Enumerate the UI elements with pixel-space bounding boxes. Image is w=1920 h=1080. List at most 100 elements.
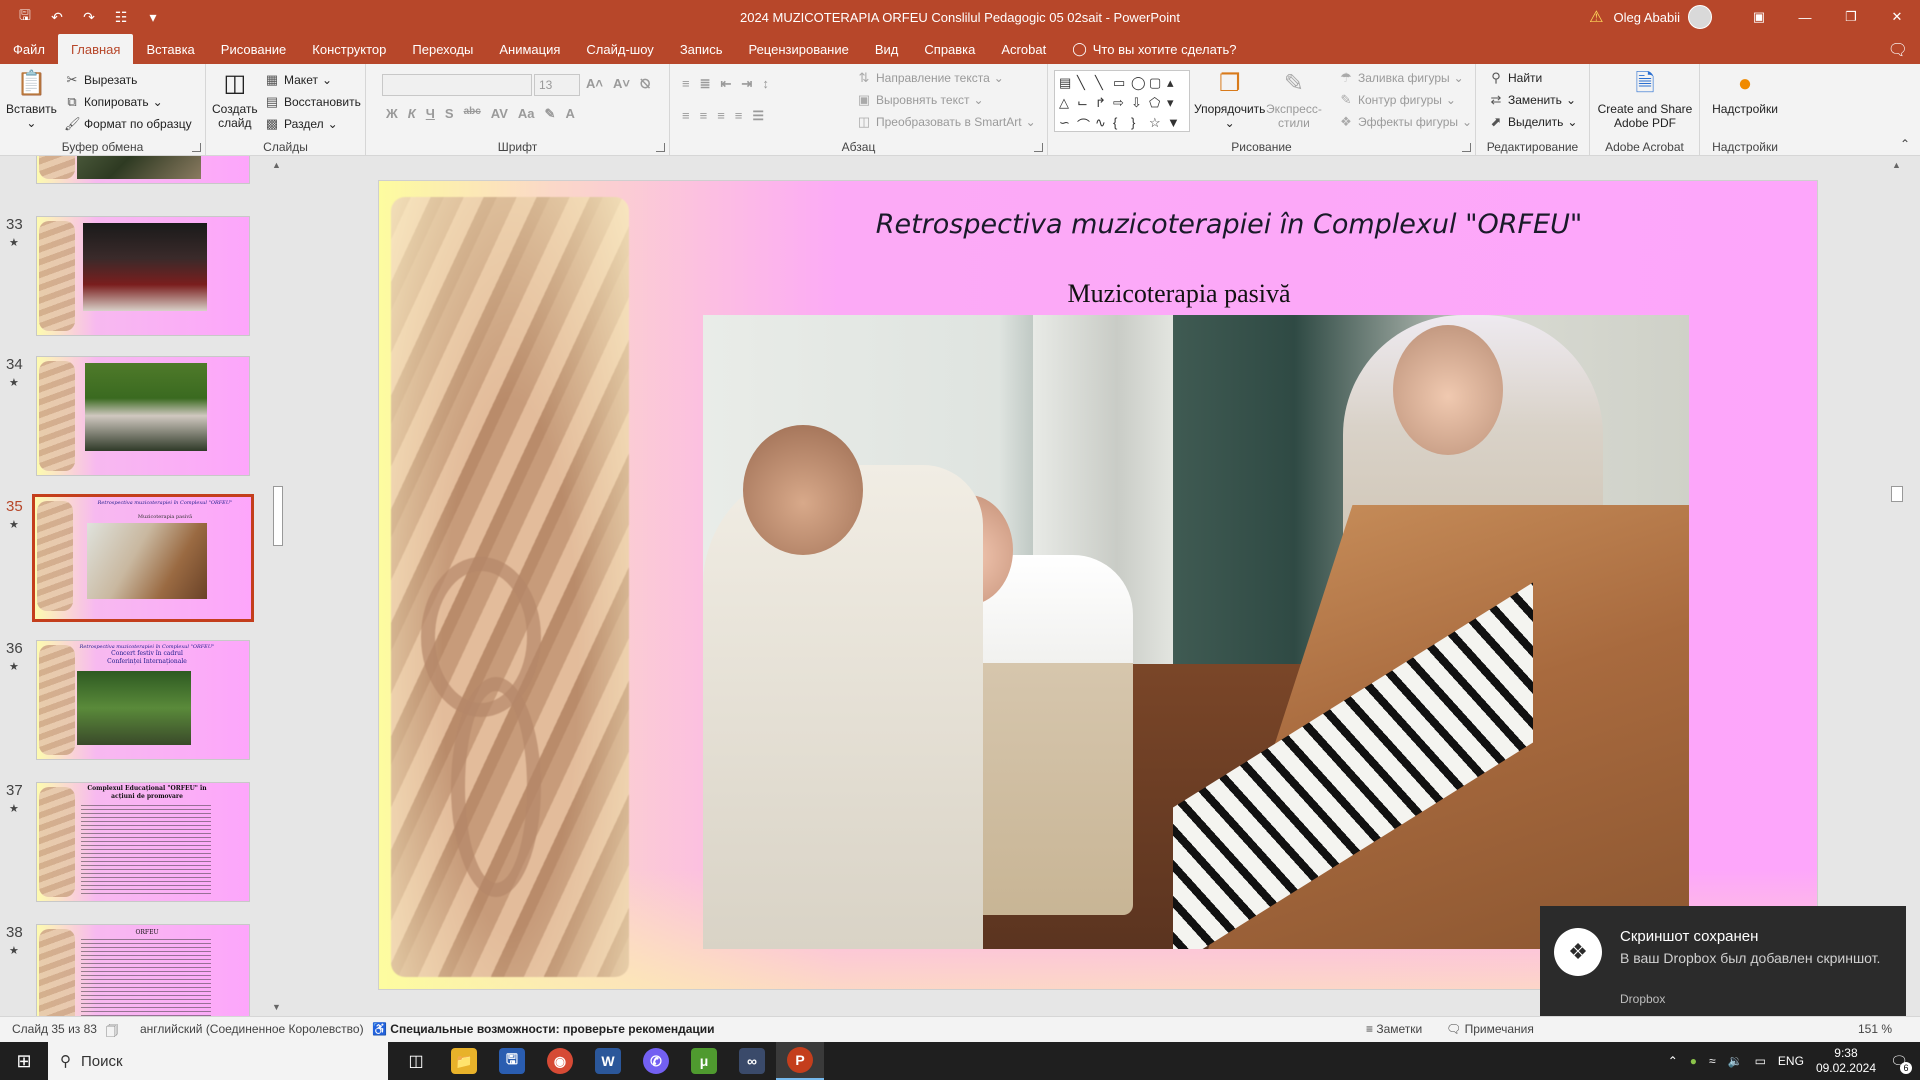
ribbon-display-icon[interactable]: ▣ xyxy=(1736,0,1782,34)
scroll-up-arrow-icon[interactable]: ▲ xyxy=(272,160,281,170)
spacing-icon[interactable]: AV xyxy=(491,106,508,122)
increase-indent-icon[interactable]: ⇥ xyxy=(741,76,752,92)
spelling-icon[interactable]: 🗍 xyxy=(106,1022,118,1043)
arc-shape-icon[interactable]: ⌒ xyxy=(1077,115,1093,135)
find-button[interactable]: ⚲ Найти xyxy=(1488,68,1542,88)
shrink-font-icon[interactable]: A˅ xyxy=(613,76,630,92)
network-icon[interactable]: ≈ xyxy=(1709,1054,1716,1068)
create-pdf-button[interactable]: 🗎 Create and Share Adobe PDF xyxy=(1594,68,1696,131)
quick-styles-button[interactable]: ✎ Экспресс- стили xyxy=(1266,68,1322,131)
volume-icon[interactable]: 🔉 xyxy=(1728,1054,1743,1068)
customize-qat-icon[interactable]: ▾ xyxy=(142,6,164,28)
present-icon[interactable]: ☷ xyxy=(110,6,132,28)
thumbnail-34[interactable]: 34 ★ xyxy=(0,356,270,480)
triangle-shape-icon[interactable]: △ xyxy=(1059,95,1075,115)
scroll-down-arrow-icon[interactable]: ▼ xyxy=(272,1002,281,1012)
tab-slideshow[interactable]: Слайд-шоу xyxy=(573,34,666,64)
notifications-icon[interactable]: 🗨 6 xyxy=(1888,1050,1912,1074)
reset-button[interactable]: ▤ Восстановить xyxy=(264,92,361,112)
tab-acrobat[interactable]: Acrobat xyxy=(988,34,1059,64)
tab-review[interactable]: Рецензирование xyxy=(735,34,861,64)
battery-icon[interactable]: ▭ xyxy=(1755,1054,1766,1068)
scroll-down-icon[interactable]: ▾ xyxy=(1167,95,1183,115)
highlight-icon[interactable]: ✎ xyxy=(545,106,556,122)
italic-icon[interactable]: К xyxy=(408,106,416,122)
tab-file[interactable]: Файл xyxy=(0,34,58,64)
tab-draw[interactable]: Рисование xyxy=(208,34,299,64)
current-slide[interactable]: Retrospectiva muzicoterapiei în Complexu… xyxy=(378,180,1818,990)
powerpoint-icon[interactable]: P xyxy=(776,1042,824,1080)
windows-start-icon[interactable]: ⊞ xyxy=(0,1042,48,1080)
textbox-shape-icon[interactable]: ▤ xyxy=(1059,75,1075,95)
scrollbar-thumb[interactable] xyxy=(1891,486,1903,502)
arrow-right-shape-icon[interactable]: ⇨ xyxy=(1113,95,1129,115)
grow-font-icon[interactable]: A˄ xyxy=(586,76,603,92)
tab-insert[interactable]: Вставка xyxy=(133,34,207,64)
comments-icon[interactable]: 🗨 xyxy=(1888,40,1908,60)
tab-animations[interactable]: Анимация xyxy=(486,34,573,64)
word-icon[interactable]: W xyxy=(584,1042,632,1080)
notes-button[interactable]: ≡ Заметки xyxy=(1366,1022,1422,1036)
line-shape-icon[interactable]: ╲ xyxy=(1095,75,1111,95)
tab-view[interactable]: Вид xyxy=(862,34,912,64)
align-right-icon[interactable]: ≡ xyxy=(717,108,725,124)
select-button[interactable]: ⬈ Выделить ⌄ xyxy=(1488,112,1578,132)
new-slide-button[interactable]: ◫ Создать слайд xyxy=(212,68,258,131)
thumbnail-38[interactable]: 38 ★ ORFEU xyxy=(0,924,270,1016)
accessibility-status[interactable]: ♿ Специальные возможности: проверьте рек… xyxy=(372,1022,715,1036)
section-button[interactable]: ▩ Раздел ⌄ xyxy=(264,114,338,134)
taskbar-clock[interactable]: 9:38 09.02.2024 xyxy=(1816,1046,1876,1076)
slide-subtitle[interactable]: Muzicoterapia pasivă xyxy=(879,279,1479,309)
utorrent-icon[interactable]: μ xyxy=(680,1042,728,1080)
font-name-input[interactable] xyxy=(382,74,532,96)
save-icon[interactable]: 🖫 xyxy=(14,6,36,28)
paste-button[interactable]: 📋 Вставить ⌄ xyxy=(6,68,57,131)
warning-icon[interactable]: ⚠ xyxy=(1589,7,1603,27)
copy-button[interactable]: ⧉ Копировать ⌄ xyxy=(64,92,162,112)
clear-format-icon[interactable]: ⦰ xyxy=(640,76,650,92)
underline-icon[interactable]: Ч xyxy=(426,106,435,122)
dialog-launcher-icon[interactable] xyxy=(1462,143,1471,152)
tab-transitions[interactable]: Переходы xyxy=(399,34,486,64)
numbering-icon[interactable]: ≣ xyxy=(700,76,711,92)
text-direction-button[interactable]: ⇅ Направление текста ⌄ xyxy=(856,68,1004,88)
tab-help[interactable]: Справка xyxy=(911,34,988,64)
star-shape-icon[interactable]: ☆ xyxy=(1149,115,1165,135)
taskbar-search[interactable]: ⚲ Поиск xyxy=(48,1042,388,1080)
save-app-icon[interactable]: 🖫 xyxy=(488,1042,536,1080)
cut-button[interactable]: ✂ Вырезать xyxy=(64,70,138,90)
user-name[interactable]: Oleg Ababii xyxy=(1614,10,1681,25)
carved-ornament-image[interactable] xyxy=(391,197,629,977)
slide-editor[interactable]: Retrospectiva muzicoterapiei în Complexu… xyxy=(290,156,1904,1016)
undo-icon[interactable]: ↶ xyxy=(46,6,68,28)
decrease-indent-icon[interactable]: ⇤ xyxy=(721,76,732,92)
scroll-up-icon[interactable]: ▴ xyxy=(1167,75,1183,95)
scrollbar-thumb[interactable] xyxy=(273,486,283,546)
task-view-icon[interactable]: ◫ xyxy=(392,1042,440,1080)
rectangle-shape-icon[interactable]: ▢ xyxy=(1149,75,1165,95)
redo-icon[interactable]: ↷ xyxy=(78,6,100,28)
slide-title[interactable]: Retrospectiva muzicoterapiei în Complexu… xyxy=(679,209,1779,240)
connector-shape-icon[interactable]: ⌙ xyxy=(1077,95,1093,115)
music-therapy-photo[interactable] xyxy=(703,315,1689,949)
oval-shape-icon[interactable]: ◯ xyxy=(1131,75,1147,95)
smartart-button[interactable]: ◫ Преобразовать в SmartArt ⌄ xyxy=(856,112,1036,132)
shape-icon[interactable]: ⬠ xyxy=(1149,95,1165,115)
freeform-shape-icon[interactable]: ∽ xyxy=(1059,115,1075,135)
thumbnail-partial[interactable] xyxy=(0,156,270,188)
brace-shape-icon[interactable]: } xyxy=(1131,115,1147,135)
input-language[interactable]: ENG xyxy=(1778,1054,1804,1068)
columns-icon[interactable]: ☰ xyxy=(752,108,764,124)
rectangle-shape-icon[interactable]: ▭ xyxy=(1113,75,1129,95)
language-indicator[interactable]: английский (Соединенное Королевство) xyxy=(140,1022,364,1036)
tab-home[interactable]: Главная xyxy=(57,34,134,64)
strikethrough-icon[interactable]: abc xyxy=(464,106,481,122)
replace-button[interactable]: ⇄ Заменить ⌄ xyxy=(1488,90,1576,110)
shape-outline-button[interactable]: ✎ Контур фигуры ⌄ xyxy=(1338,90,1456,110)
restore-icon[interactable]: ❐ xyxy=(1828,0,1874,34)
file-explorer-icon[interactable]: 📁 xyxy=(440,1042,488,1080)
minimize-icon[interactable]: — xyxy=(1782,0,1828,34)
arrow-down-shape-icon[interactable]: ⇩ xyxy=(1131,95,1147,115)
align-left-icon[interactable]: ≡ xyxy=(682,108,690,124)
dialog-launcher-icon[interactable] xyxy=(1034,143,1043,152)
